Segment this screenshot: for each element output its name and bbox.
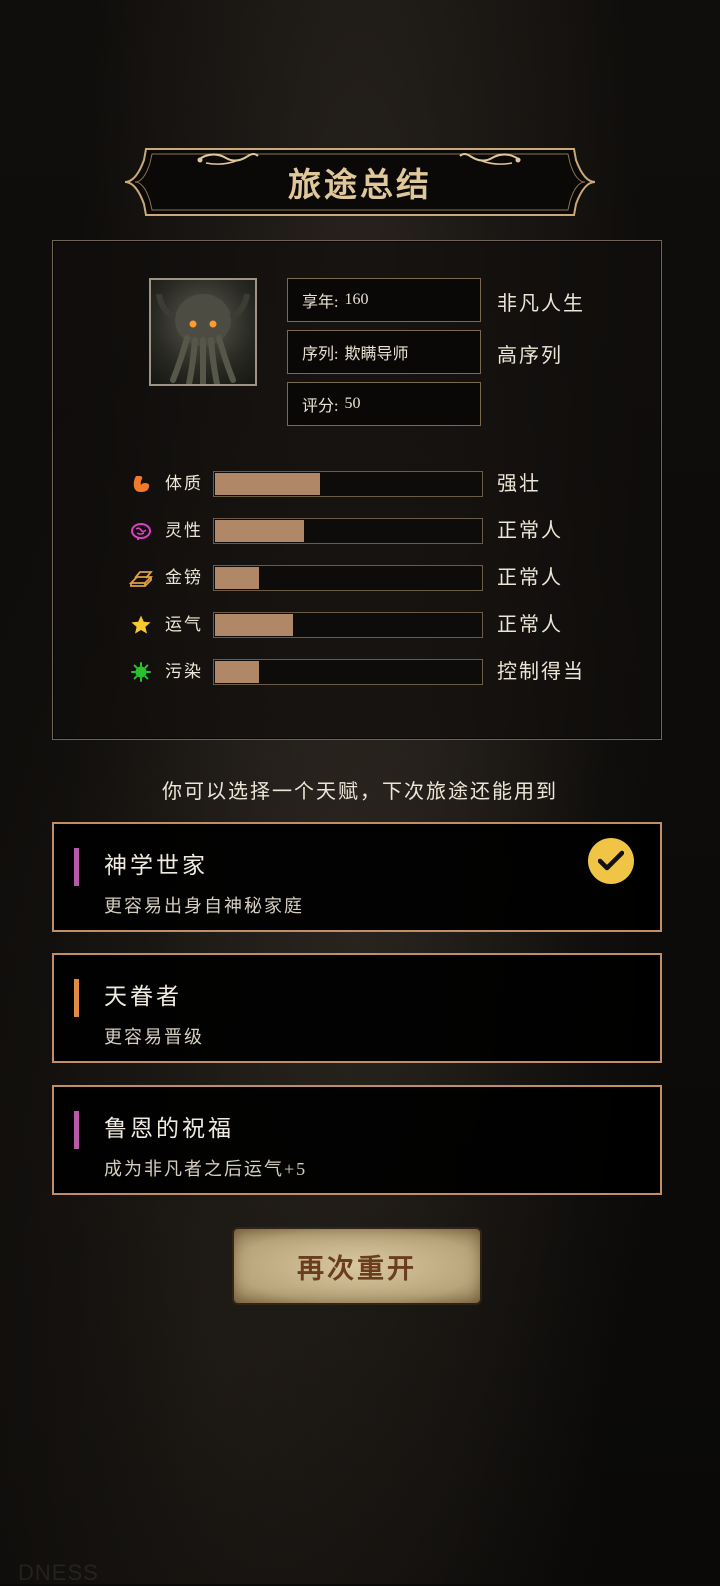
info-sequence: 序列: 欺瞒导师: [287, 330, 481, 374]
talent-accent-bar: [74, 848, 79, 886]
talent-card-theology-family[interactable]: 神学世家 更容易出身自神秘家庭: [52, 822, 662, 932]
talent-name: 神学世家: [104, 853, 208, 878]
stat-desc: 正常人: [497, 614, 563, 636]
summary-panel: 享年: 160 非凡人生 序列: 欺瞒导师 高序列 评分: 50 体质 强壮 灵…: [52, 240, 662, 740]
stat-label: 运气: [165, 615, 203, 634]
stat-bar: [213, 612, 483, 638]
flourish-right-icon: [459, 153, 521, 165]
talent-accent-bar: [74, 979, 79, 1017]
tentacle-creature-icon: [156, 293, 250, 384]
stat-row-pollution: 污染 控制得当: [129, 659, 599, 685]
info-age: 享年: 160: [287, 278, 481, 322]
stat-desc: 强壮: [497, 473, 541, 495]
character-portrait: [149, 278, 257, 386]
stat-label: 灵性: [165, 521, 203, 540]
stat-label: 金镑: [165, 568, 203, 587]
stat-row-constitution: 体质 强壮: [129, 471, 599, 497]
gold-bars-icon: [129, 566, 153, 590]
muscle-icon: [129, 472, 153, 496]
stat-row-luck: 运气 正常人: [129, 612, 599, 638]
talent-prompt: 你可以选择一个天赋，下次旅途还能用到: [162, 781, 558, 803]
talent-accent-bar: [74, 1111, 79, 1149]
stat-desc: 正常人: [497, 520, 563, 542]
talent-card-loen-blessing[interactable]: 鲁恩的祝福 成为非凡者之后运气+5: [52, 1085, 662, 1195]
stat-bar-fill: [215, 614, 294, 636]
stat-row-spirituality: 灵性 正常人: [129, 518, 599, 544]
info-score: 评分: 50: [287, 382, 481, 426]
info-score-key: 评分:: [302, 398, 339, 415]
checkmark-icon: [588, 838, 634, 884]
stat-bar: [213, 565, 483, 591]
info-sequence-value: 欺瞒导师: [344, 346, 409, 363]
title-banner: 旅途总结: [124, 148, 596, 216]
stat-bar-fill: [215, 473, 321, 495]
stat-desc: 控制得当: [497, 661, 585, 683]
info-score-value: 50: [344, 395, 361, 412]
stat-desc: 正常人: [497, 567, 563, 589]
restart-button[interactable]: 再次重开: [234, 1229, 480, 1303]
info-age-tag: 非凡人生: [497, 293, 585, 315]
stat-bar: [213, 471, 483, 497]
stat-bar: [213, 518, 483, 544]
info-sequence-key: 序列:: [302, 346, 339, 363]
info-age-value: 160: [344, 291, 369, 308]
brain-icon: [129, 519, 153, 543]
talent-desc: 更容易出身自神秘家庭: [104, 896, 304, 916]
stat-bar-fill: [215, 520, 305, 542]
stat-bar: [213, 659, 483, 685]
info-age-key: 享年:: [302, 294, 339, 311]
stat-bar-fill: [215, 567, 259, 589]
stat-label: 污染: [165, 662, 203, 681]
info-sequence-tag: 高序列: [497, 345, 563, 367]
talent-name: 鲁恩的祝福: [104, 1116, 234, 1141]
stat-row-pounds: 金镑 正常人: [129, 565, 599, 591]
talent-name: 天眷者: [104, 984, 182, 1009]
talent-desc: 更容易晋级: [104, 1027, 204, 1047]
page-title: 旅途总结: [288, 168, 432, 204]
stat-bar-fill: [215, 661, 259, 683]
talent-card-favored[interactable]: 天眷者 更容易晋级: [52, 953, 662, 1063]
virus-icon: [129, 660, 153, 684]
talent-desc: 成为非凡者之后运气+5: [104, 1159, 308, 1179]
stat-label: 体质: [165, 474, 203, 493]
watermark-logo: DNESS: [18, 1560, 99, 1585]
star-icon: [129, 613, 153, 637]
